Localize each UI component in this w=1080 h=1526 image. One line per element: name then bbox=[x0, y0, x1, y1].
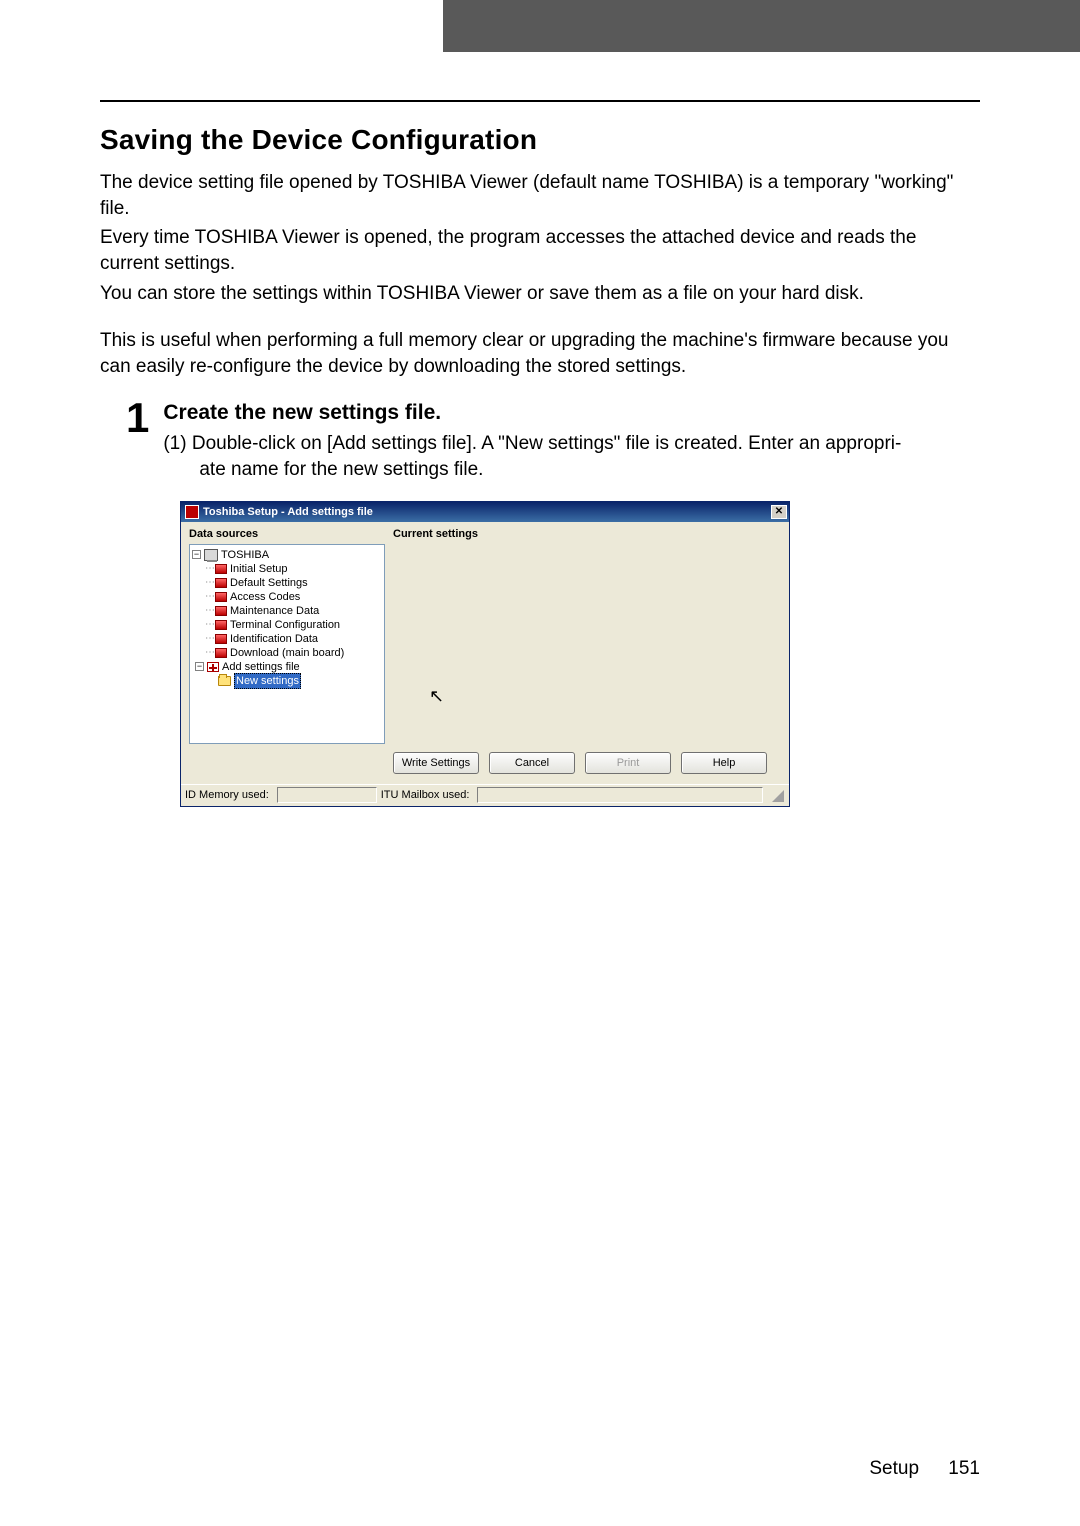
intro-p2: Every time TOSHIBA Viewer is opened, the… bbox=[100, 225, 980, 276]
step-number: 1 bbox=[126, 397, 149, 439]
tree-add-settings[interactable]: − Add settings file bbox=[192, 660, 382, 674]
intro-p3: You can store the settings within TOSHIB… bbox=[100, 281, 980, 307]
tree-add-label: Add settings file bbox=[222, 660, 300, 674]
dialog-titlebar[interactable]: Toshiba Setup - Add settings file ✕ bbox=[181, 502, 789, 522]
tree-connector: ⋯ bbox=[205, 590, 214, 604]
intro-p1: The device setting file opened by TOSHIB… bbox=[100, 170, 980, 221]
resize-grip-icon[interactable] bbox=[769, 787, 785, 803]
tree-item-label: Terminal Configuration bbox=[230, 618, 340, 632]
app-icon bbox=[185, 505, 199, 519]
tree-item-label: Access Codes bbox=[230, 590, 300, 604]
expand-icon[interactable]: − bbox=[195, 662, 204, 671]
step-1: 1 Create the new settings file. (1) Doub… bbox=[126, 401, 980, 482]
step-sub-line1: Double-click on [Add settings file]. A "… bbox=[192, 433, 901, 454]
data-sources-header: Data sources bbox=[189, 528, 385, 540]
step-body: Create the new settings file. (1) Double… bbox=[163, 401, 901, 482]
tree-new-label-selected[interactable]: New settings bbox=[234, 673, 301, 689]
tree-root[interactable]: − TOSHIBA bbox=[192, 548, 382, 562]
tree-item[interactable]: ⋯ Download (main board) bbox=[192, 646, 382, 660]
dialog-window: Toshiba Setup - Add settings file ✕ Data… bbox=[180, 501, 790, 807]
dialog-buttons: Write Settings Cancel Print Help bbox=[393, 744, 781, 780]
setting-icon bbox=[215, 620, 227, 630]
tree-item[interactable]: ⋯ Initial Setup bbox=[192, 562, 382, 576]
tree-connector: ⋯ bbox=[205, 576, 214, 590]
close-icon[interactable]: ✕ bbox=[771, 505, 787, 519]
tree-item-label: Maintenance Data bbox=[230, 604, 319, 618]
header-band bbox=[0, 0, 1080, 52]
setting-icon bbox=[215, 592, 227, 602]
step-sub: (1) Double-click on [Add settings file].… bbox=[163, 431, 901, 482]
tree-item-label: Download (main board) bbox=[230, 646, 344, 660]
page-footer: Setup 151 bbox=[869, 1458, 980, 1480]
step-sub-line2: ate name for the new settings file. bbox=[163, 457, 901, 483]
cancel-button[interactable]: Cancel bbox=[489, 752, 575, 774]
setting-icon bbox=[215, 606, 227, 616]
write-settings-button[interactable]: Write Settings bbox=[393, 752, 479, 774]
status-id-memory-field bbox=[277, 787, 377, 803]
intro-block-2: This is useful when performing a full me… bbox=[100, 328, 980, 379]
device-icon bbox=[204, 549, 218, 561]
left-column: Data sources − TOSHIBA ⋯ Initial Setup bbox=[189, 528, 385, 744]
status-itu-mailbox-label: ITU Mailbox used: bbox=[381, 789, 474, 801]
tree-item-label: Identification Data bbox=[230, 632, 318, 646]
step-sub-prefix: (1) bbox=[163, 433, 186, 454]
status-id-memory-label: ID Memory used: bbox=[185, 789, 273, 801]
current-settings-header: Current settings bbox=[393, 528, 781, 540]
header-band-light bbox=[0, 0, 443, 52]
setting-icon bbox=[215, 564, 227, 574]
add-icon bbox=[207, 662, 219, 672]
folder-icon bbox=[218, 676, 231, 686]
setting-icon bbox=[215, 634, 227, 644]
tree-item[interactable]: ⋯ Access Codes bbox=[192, 590, 382, 604]
tree-connector: ⋯ bbox=[205, 646, 214, 660]
status-itu-mailbox-field bbox=[477, 787, 763, 803]
top-rule bbox=[100, 100, 980, 102]
step-title: Create the new settings file. bbox=[163, 401, 901, 425]
intro-block-1: The device setting file opened by TOSHIB… bbox=[100, 170, 980, 306]
cursor-icon: ↖ bbox=[429, 686, 444, 707]
intro-p4: This is useful when performing a full me… bbox=[100, 328, 980, 379]
tree-item-label: Default Settings bbox=[230, 576, 308, 590]
tree-connector: ⋯ bbox=[205, 632, 214, 646]
tree-root-label: TOSHIBA bbox=[221, 548, 269, 562]
setting-icon bbox=[215, 578, 227, 588]
dialog-body: Data sources − TOSHIBA ⋯ Initial Setup bbox=[181, 522, 789, 784]
footer-page-number: 151 bbox=[924, 1458, 980, 1479]
tree-new-settings[interactable]: New settings bbox=[192, 674, 382, 688]
tree-item-label: Initial Setup bbox=[230, 562, 287, 576]
tree-connector: ⋯ bbox=[205, 618, 214, 632]
expand-icon[interactable]: − bbox=[192, 550, 201, 559]
right-column: Current settings ↖ bbox=[385, 528, 781, 744]
tree-item[interactable]: ⋯ Identification Data bbox=[192, 632, 382, 646]
header-band-dark bbox=[443, 0, 1080, 52]
tree-connector: ⋯ bbox=[205, 604, 214, 618]
print-button: Print bbox=[585, 752, 671, 774]
tree-view[interactable]: − TOSHIBA ⋯ Initial Setup ⋯ bbox=[189, 544, 385, 744]
status-bar: ID Memory used: ITU Mailbox used: bbox=[181, 784, 789, 806]
dialog-title: Toshiba Setup - Add settings file bbox=[203, 506, 771, 518]
dialog-columns: Data sources − TOSHIBA ⋯ Initial Setup bbox=[189, 528, 781, 744]
help-button[interactable]: Help bbox=[681, 752, 767, 774]
tree-item[interactable]: ⋯ Default Settings bbox=[192, 576, 382, 590]
footer-section: Setup bbox=[869, 1458, 919, 1479]
page-content: Saving the Device Configuration The devi… bbox=[0, 52, 1080, 807]
tree-item[interactable]: ⋯ Terminal Configuration bbox=[192, 618, 382, 632]
dialog-screenshot: Toshiba Setup - Add settings file ✕ Data… bbox=[180, 501, 790, 807]
setting-icon bbox=[215, 648, 227, 658]
tree-item[interactable]: ⋯ Maintenance Data bbox=[192, 604, 382, 618]
tree-connector: ⋯ bbox=[205, 562, 214, 576]
section-title: Saving the Device Configuration bbox=[100, 124, 980, 156]
